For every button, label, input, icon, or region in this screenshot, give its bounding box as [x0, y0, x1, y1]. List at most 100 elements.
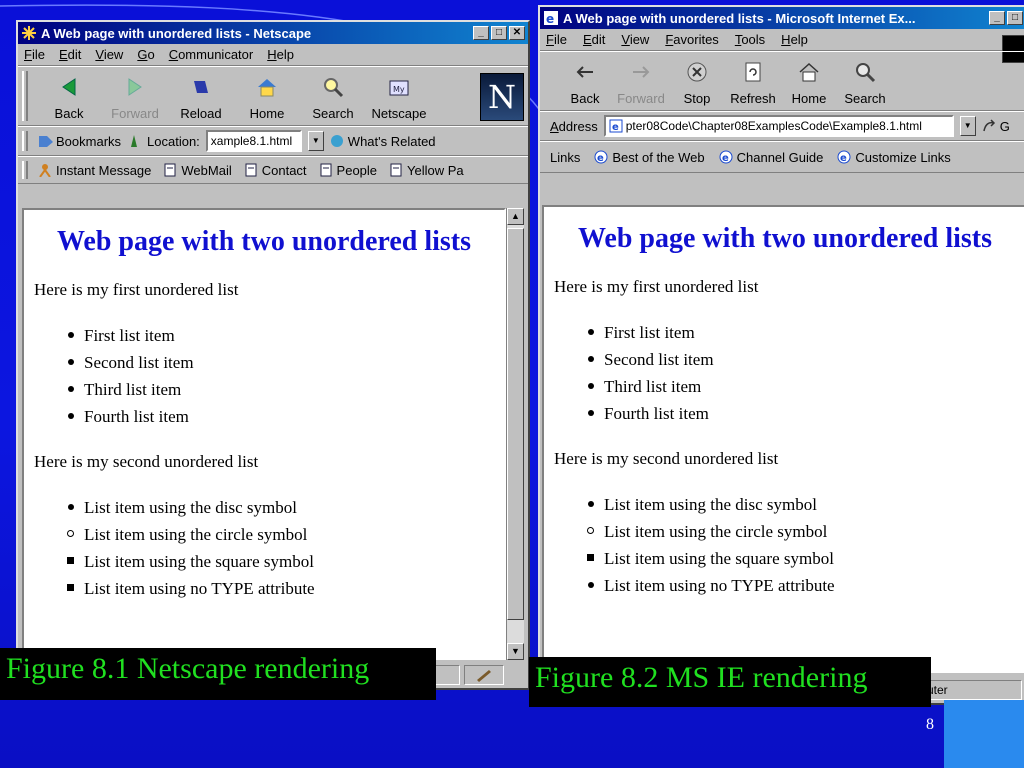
menu-tools[interactable]: Tools [735, 32, 765, 47]
reload-button[interactable]: Reload [170, 74, 232, 121]
second-unordered-list: List item using the disc symbol List ite… [67, 494, 504, 602]
search-button[interactable]: Search [302, 74, 364, 121]
bookmark-page-icon [389, 163, 403, 177]
stop-icon [684, 59, 710, 85]
bookmark-page-icon [244, 163, 258, 177]
ie-titlebar[interactable]: e A Web page with unordered lists - Micr… [540, 7, 1024, 29]
contact-label: Contact [261, 162, 307, 178]
refresh-button[interactable]: Refresh [726, 59, 780, 106]
bookmarks-icon [38, 134, 53, 148]
scroll-down-button[interactable]: ▼ [507, 643, 524, 660]
people-link[interactable]: People [319, 163, 377, 178]
list-item: Third list item [588, 373, 1024, 400]
menu-view[interactable]: View [95, 47, 123, 62]
instant-message-link[interactable]: Instant Message [38, 163, 151, 178]
minimize-button[interactable]: _ [989, 11, 1005, 25]
forward-label: Forward [111, 106, 159, 121]
list-item: Second list item [68, 349, 504, 376]
search-button[interactable]: Search [838, 59, 892, 106]
customize-links-link[interactable]: e Customize Links [837, 150, 951, 165]
forward-arrow-icon [628, 59, 654, 85]
go-button[interactable]: G [982, 119, 1010, 134]
menu-edit[interactable]: Edit [59, 47, 81, 62]
toolbar-grip[interactable] [22, 71, 28, 121]
yellow-pages-link[interactable]: Yellow Pa [389, 163, 464, 178]
search-icon [320, 74, 346, 100]
maximize-button[interactable]: □ [491, 26, 507, 40]
bookmarks-label: Bookmarks [56, 133, 122, 149]
home-icon [796, 59, 822, 85]
address-label: Address [550, 118, 598, 134]
netscape-label: Netscape [371, 106, 427, 121]
toolbar-grip[interactable] [22, 161, 28, 179]
forward-button[interactable]: Forward [104, 74, 166, 121]
back-label: Back [54, 106, 84, 121]
list-item: List item using the disc symbol [68, 494, 504, 521]
netscape-page-content: Web page with two unordered lists Here i… [22, 208, 506, 660]
home-icon [254, 74, 280, 100]
page-heading: Web page with two unordered lists [577, 223, 993, 254]
netscape-caption: Figure 8.1 Netscape rendering [0, 648, 436, 700]
go-label: G [999, 118, 1010, 134]
yellow-pages-label: Yellow Pa [407, 162, 464, 178]
menu-view[interactable]: View [621, 32, 649, 47]
menu-favorites[interactable]: Favorites [665, 32, 718, 47]
menu-help[interactable]: Help [781, 32, 808, 47]
webmail-link[interactable]: WebMail [163, 162, 232, 178]
list-item-text: List item using the disc symbol [84, 498, 297, 517]
best-of-the-web-link[interactable]: e Best of the Web [594, 149, 705, 165]
list-item-text: First list item [84, 326, 175, 345]
whats-related-button[interactable]: What's Related [330, 134, 436, 149]
address-input[interactable]: e pter08Code\Chapter08ExamplesCode\Examp… [603, 115, 954, 137]
list-item-text: First list item [604, 323, 695, 342]
address-dropdown-button[interactable]: ▼ [959, 116, 976, 136]
channel-guide-link[interactable]: e Channel Guide [719, 150, 823, 165]
location-dropdown-button[interactable]: ▼ [307, 131, 324, 151]
scroll-up-button[interactable]: ▲ [507, 208, 524, 225]
bookmarks-button[interactable]: Bookmarks [38, 134, 121, 149]
svg-text:My: My [393, 85, 405, 94]
stop-button[interactable]: Stop [670, 59, 724, 106]
list-item-text: List item using the square symbol [84, 552, 314, 571]
contact-link[interactable]: Contact [244, 163, 307, 178]
maximize-button[interactable]: □ [1007, 11, 1023, 25]
toolbar-grip[interactable] [22, 131, 28, 151]
list-item: First list item [68, 322, 504, 349]
list-item-text: List item using no TYPE attribute [604, 576, 835, 595]
list-item-text: Third list item [84, 380, 182, 399]
menu-edit[interactable]: Edit [583, 32, 605, 47]
netscape-titlebar[interactable]: A Web page with unordered lists - Netsca… [18, 22, 528, 44]
back-button[interactable]: Back [558, 59, 612, 106]
back-button[interactable]: Back [38, 74, 100, 121]
forward-label: Forward [617, 91, 665, 106]
scroll-thumb[interactable] [507, 228, 524, 620]
svg-text:e: e [722, 153, 729, 164]
menu-communicator[interactable]: Communicator [169, 47, 254, 62]
list-item-text: Third list item [604, 377, 702, 396]
list-item-text: Fourth list item [84, 407, 189, 426]
menu-file[interactable]: File [24, 47, 45, 62]
netscape-navigation-toolbar: Back Forward Reload Home Search My Netsc… [18, 66, 528, 126]
netscape-button[interactable]: My Netscape [368, 74, 430, 121]
stop-label: Stop [683, 91, 711, 106]
home-button[interactable]: Home [782, 59, 836, 106]
ie-standard-toolbar: Back Forward Stop Refresh Home Search [540, 51, 1024, 111]
minimize-button[interactable]: _ [473, 26, 489, 40]
location-input[interactable]: xample8.1.html [205, 130, 302, 152]
forward-button[interactable]: Forward [614, 59, 668, 106]
webmail-label: WebMail [181, 162, 232, 178]
personal-toolbar: Instant Message WebMail Contact People Y… [18, 156, 528, 184]
vertical-scrollbar[interactable]: ▲ ▼ [506, 208, 524, 660]
location-toolbar: Bookmarks Location: xample8.1.html ▼ Wha… [18, 126, 528, 156]
menu-file[interactable]: File [546, 32, 567, 47]
list-item: List item using no TYPE attribute [67, 575, 504, 602]
link-label: Best of the Web [612, 149, 705, 165]
home-label: Home [249, 106, 285, 121]
menu-go[interactable]: Go [137, 47, 154, 62]
home-button[interactable]: Home [236, 74, 298, 121]
menu-help[interactable]: Help [267, 47, 294, 62]
ie-app-icon: e [543, 10, 559, 26]
list-item-text: List item using the square symbol [604, 549, 834, 568]
component-bar-icon[interactable] [464, 665, 504, 685]
close-button[interactable]: ✕ [509, 26, 525, 40]
